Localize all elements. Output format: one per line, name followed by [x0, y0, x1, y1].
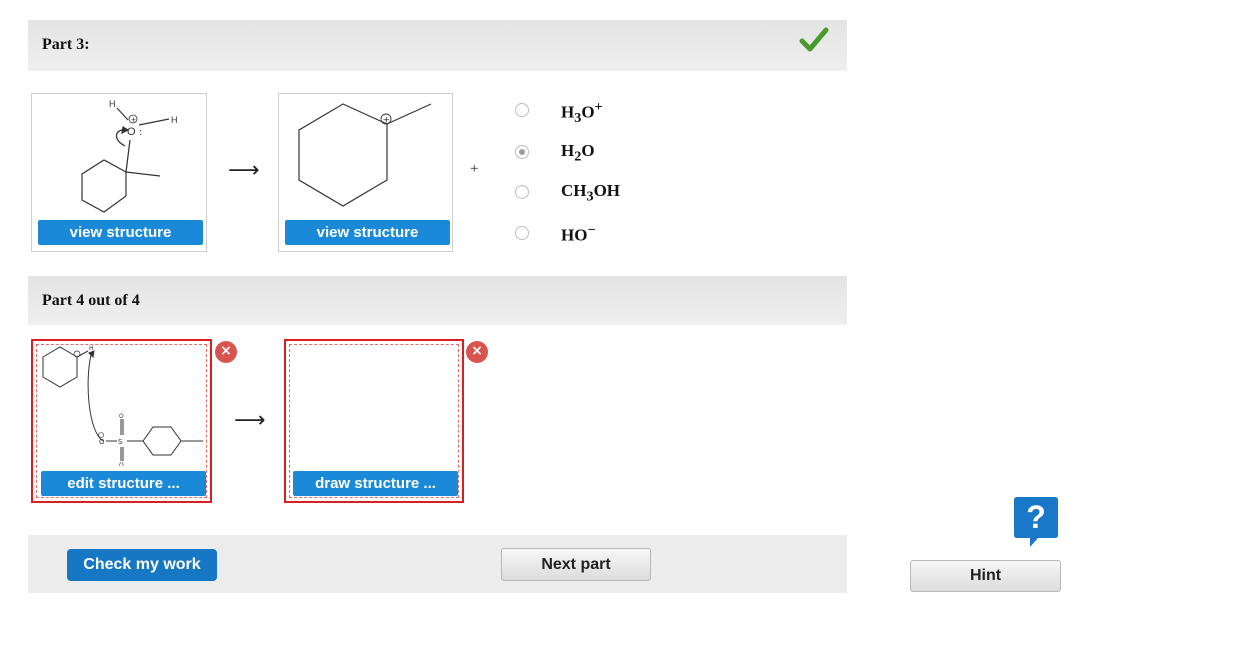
reactant-structure-card: H H O + : view structure [31, 93, 207, 252]
svg-text:H: H [89, 345, 94, 352]
part4-header: Part 4 out of 4 [28, 276, 847, 325]
checkmark-icon [799, 27, 829, 52]
next-part-button[interactable]: Next part [501, 548, 651, 581]
part3-title: Part 3: [42, 36, 90, 53]
svg-text:S: S [118, 438, 123, 446]
radio-button[interactable] [515, 103, 529, 117]
edit-structure-box[interactable]: H O S O O edit structure ... [31, 339, 212, 503]
svg-text:H: H [109, 99, 116, 109]
reaction-arrow: ⟶ [234, 408, 266, 433]
view-structure-button[interactable]: view structure [38, 220, 203, 245]
draw-structure-button[interactable]: draw structure ... [293, 471, 458, 496]
option-label: HO− [561, 222, 596, 245]
edit-structure-image: H O S O O [42, 345, 203, 466]
remove-reactant-icon[interactable]: × [215, 341, 237, 363]
view-structure-button[interactable]: view structure [285, 220, 450, 245]
option-label: H2O [561, 141, 595, 165]
svg-text:+: + [131, 116, 137, 124]
hint-button[interactable]: Hint [910, 560, 1061, 592]
svg-text:O: O [127, 126, 136, 138]
part4-title: Part 4 out of 4 [42, 292, 140, 309]
svg-text:O: O [99, 438, 105, 446]
plus-sign: + [470, 161, 479, 177]
radio-button[interactable] [515, 226, 529, 240]
option-label: H3O+ [561, 99, 603, 127]
product-structure-image: + [298, 103, 432, 207]
svg-text:+: + [383, 116, 391, 126]
svg-text:O: O [119, 413, 124, 420]
check-my-work-button[interactable]: Check my work [67, 549, 217, 581]
product-structure-card: + view structure [278, 93, 453, 252]
draw-structure-box[interactable]: draw structure ... [284, 339, 464, 503]
svg-text::: : [139, 127, 142, 138]
svg-text:O: O [119, 462, 124, 466]
help-icon-glyph: ? [1026, 499, 1046, 535]
reactant-structure-image: H H O + : [81, 99, 178, 213]
radio-button-selected[interactable] [515, 145, 529, 159]
edit-structure-button[interactable]: edit structure ... [41, 471, 206, 496]
reaction-arrow: ⟶ [228, 158, 260, 183]
remove-product-icon[interactable]: × [466, 341, 488, 363]
help-icon[interactable]: ? [1012, 495, 1060, 549]
radio-button[interactable] [515, 185, 529, 199]
option-label: CH3OH [561, 181, 621, 205]
part3-header: Part 3: [28, 20, 847, 71]
svg-text:H: H [171, 115, 178, 125]
